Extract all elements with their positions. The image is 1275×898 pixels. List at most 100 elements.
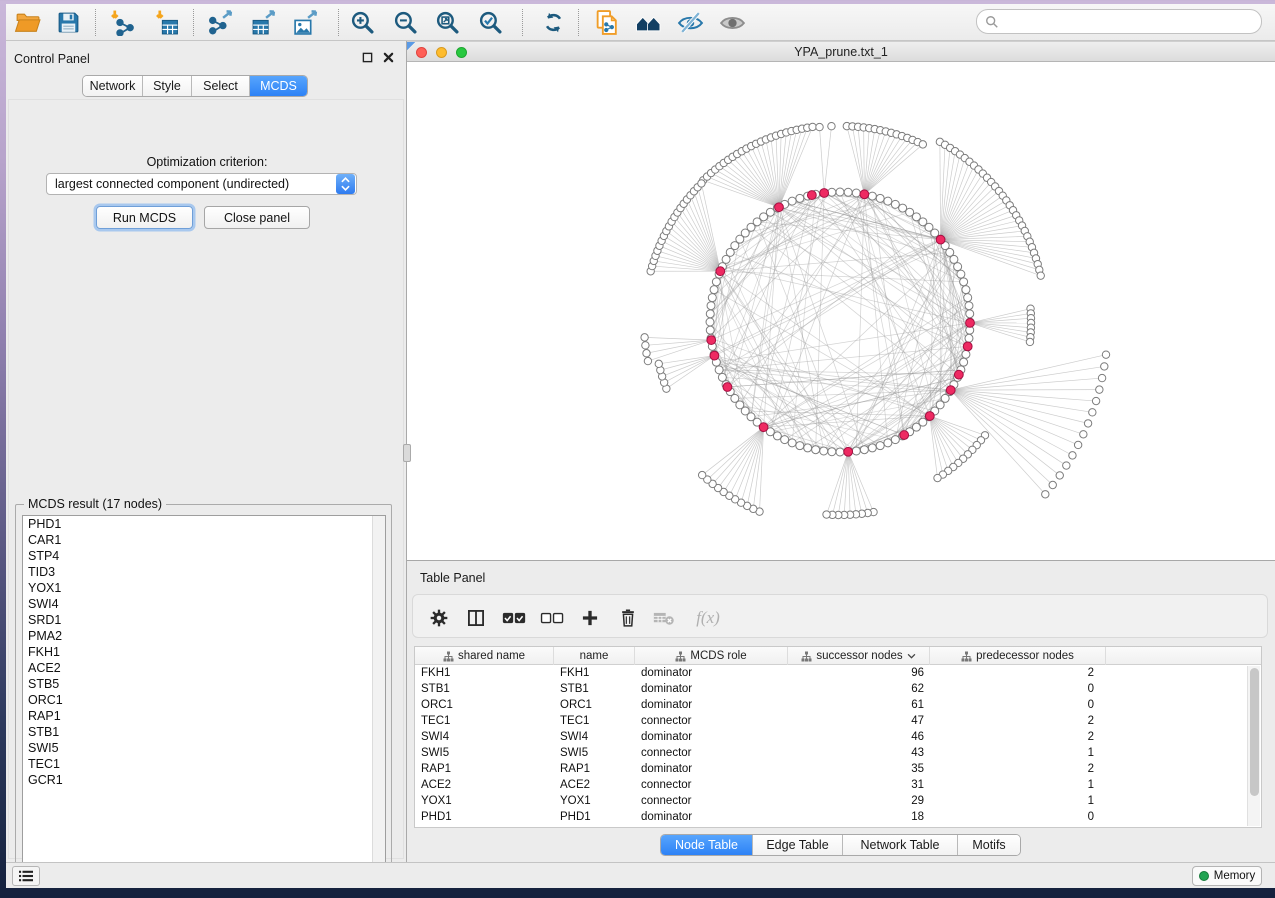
export-table-button[interactable]: [246, 7, 280, 38]
deselect-all-rows-button[interactable]: [537, 606, 567, 630]
criterion-select[interactable]: largest connected component (undirected): [46, 173, 357, 195]
mcds-result-item[interactable]: SRD1: [23, 612, 385, 628]
export-image-button[interactable]: [288, 7, 322, 38]
float-panel-icon[interactable]: [360, 50, 374, 64]
mcds-result-item[interactable]: STB1: [23, 724, 385, 740]
new-network-from-selection-button[interactable]: [590, 7, 624, 38]
column-header-mcds-role[interactable]: MCDS role: [635, 647, 788, 665]
open-file-button[interactable]: [10, 7, 44, 38]
close-panel-icon[interactable]: [381, 50, 395, 64]
function-builder-button[interactable]: f(x): [687, 606, 729, 630]
mcds-result-item[interactable]: STP4: [23, 548, 385, 564]
split-panel-button[interactable]: [461, 606, 491, 630]
cell-mcds-role: connector: [635, 777, 788, 793]
zoom-out-button[interactable]: [388, 7, 422, 38]
tab-network-table[interactable]: Network Table: [843, 835, 958, 855]
mcds-result-item[interactable]: STB5: [23, 676, 385, 692]
mcds-result-list[interactable]: PHD1CAR1STP4TID3YOX1SWI4SRD1PMA2FKH1ACE2…: [22, 515, 386, 868]
table-row[interactable]: RAP1RAP1dominator352: [415, 761, 1248, 777]
column-settings-button[interactable]: [424, 606, 454, 630]
table-scrollbar-thumb[interactable]: [1250, 668, 1259, 796]
column-header-name[interactable]: name: [554, 647, 635, 665]
import-table-icon: [152, 9, 179, 36]
first-neighbors-button[interactable]: [631, 7, 665, 38]
mcds-result-item[interactable]: ACE2: [23, 660, 385, 676]
cell-predecessor-nodes: 2: [930, 729, 1106, 745]
cell-predecessor-nodes: 1: [930, 745, 1106, 761]
panel-menu-button[interactable]: [12, 866, 40, 886]
search-input[interactable]: [999, 12, 1261, 32]
delete-column-button[interactable]: [613, 606, 643, 630]
table-scrollbar[interactable]: [1247, 666, 1260, 826]
table-row[interactable]: SWI4SWI4dominator462: [415, 729, 1248, 745]
cell-name: YOX1: [554, 793, 635, 809]
tab-network[interactable]: Network: [83, 76, 143, 96]
table-row[interactable]: TEC1TEC1connector472: [415, 713, 1248, 729]
column-header-predecessor-nodes[interactable]: predecessor nodes: [930, 647, 1106, 665]
table-row[interactable]: ACE2ACE2connector311: [415, 777, 1248, 793]
column-header-successor-nodes[interactable]: successor nodes: [788, 647, 930, 665]
split-panel-icon: [466, 608, 486, 628]
tab-motifs[interactable]: Motifs: [958, 835, 1020, 855]
column-header-shared-name[interactable]: shared name: [415, 647, 554, 665]
list-icon: [18, 869, 34, 883]
zoom-fit-button[interactable]: [430, 7, 464, 38]
cell-predecessor-nodes: 0: [930, 681, 1106, 697]
mcds-list-scrollbar[interactable]: [372, 516, 385, 867]
mcds-result-item[interactable]: TID3: [23, 564, 385, 580]
memory-button[interactable]: Memory: [1192, 866, 1262, 886]
cell-shared-name: FKH1: [415, 665, 554, 681]
toolbar-divider: [578, 9, 579, 36]
mcds-result-item[interactable]: SWI4: [23, 596, 385, 612]
table-panel-title: Table Panel: [420, 571, 485, 585]
tab-style[interactable]: Style: [143, 76, 192, 96]
tab-select[interactable]: Select: [192, 76, 250, 96]
cell-mcds-role: connector: [635, 793, 788, 809]
import-table-button[interactable]: [148, 7, 182, 38]
mcds-result-item[interactable]: RAP1: [23, 708, 385, 724]
toolbar-divider: [193, 9, 194, 36]
table-row[interactable]: PHD1PHD1dominator180: [415, 809, 1248, 825]
cell-successor-nodes: 96: [788, 665, 930, 681]
table-row[interactable]: SWI5SWI5connector431: [415, 745, 1248, 761]
delete-table-button[interactable]: [649, 606, 679, 630]
network-canvas[interactable]: [407, 62, 1275, 560]
mcds-result-item[interactable]: ORC1: [23, 692, 385, 708]
cell-predecessor-nodes: 0: [930, 809, 1106, 825]
refresh-view-button[interactable]: [536, 7, 570, 38]
table-row[interactable]: FKH1FKH1dominator962: [415, 665, 1248, 681]
tab-node-table[interactable]: Node Table: [661, 835, 753, 855]
import-network-button[interactable]: [103, 7, 137, 38]
add-column-button[interactable]: [575, 606, 605, 630]
save-session-button[interactable]: [51, 7, 85, 38]
shared-column-icon: [801, 651, 812, 662]
mcds-result-item[interactable]: GCR1: [23, 772, 385, 788]
mcds-result-item[interactable]: SWI5: [23, 740, 385, 756]
cell-mcds-role: dominator: [635, 761, 788, 777]
new-network-from-selection-icon: [594, 9, 621, 36]
mcds-result-item[interactable]: FKH1: [23, 644, 385, 660]
mcds-result-item[interactable]: PMA2: [23, 628, 385, 644]
table-row[interactable]: YOX1YOX1connector291: [415, 793, 1248, 809]
shared-column-icon: [961, 651, 972, 662]
column-header-label: name: [580, 650, 609, 662]
network-window-titlebar[interactable]: YPA_prune.txt_1: [407, 41, 1275, 62]
panel-splitter-handle[interactable]: [403, 444, 411, 462]
select-all-rows-button[interactable]: [499, 606, 529, 630]
mcds-result-item[interactable]: YOX1: [23, 580, 385, 596]
export-network-button[interactable]: [203, 7, 237, 38]
zoom-in-button[interactable]: [345, 7, 379, 38]
mcds-result-item[interactable]: CAR1: [23, 532, 385, 548]
run-mcds-button[interactable]: Run MCDS: [96, 206, 193, 229]
tab-edge-table[interactable]: Edge Table: [753, 835, 843, 855]
table-row[interactable]: ORC1ORC1dominator610: [415, 697, 1248, 713]
tab-mcds[interactable]: MCDS: [250, 76, 307, 96]
table-row[interactable]: STB1STB1dominator620: [415, 681, 1248, 697]
close-panel-button[interactable]: Close panel: [204, 206, 310, 229]
hide-selected-button[interactable]: [673, 7, 707, 38]
mcds-result-item[interactable]: TEC1: [23, 756, 385, 772]
select-stepper-icon: [336, 174, 355, 194]
show-all-button[interactable]: [715, 7, 749, 38]
zoom-selected-button[interactable]: [473, 7, 507, 38]
mcds-result-item[interactable]: PHD1: [23, 516, 385, 532]
